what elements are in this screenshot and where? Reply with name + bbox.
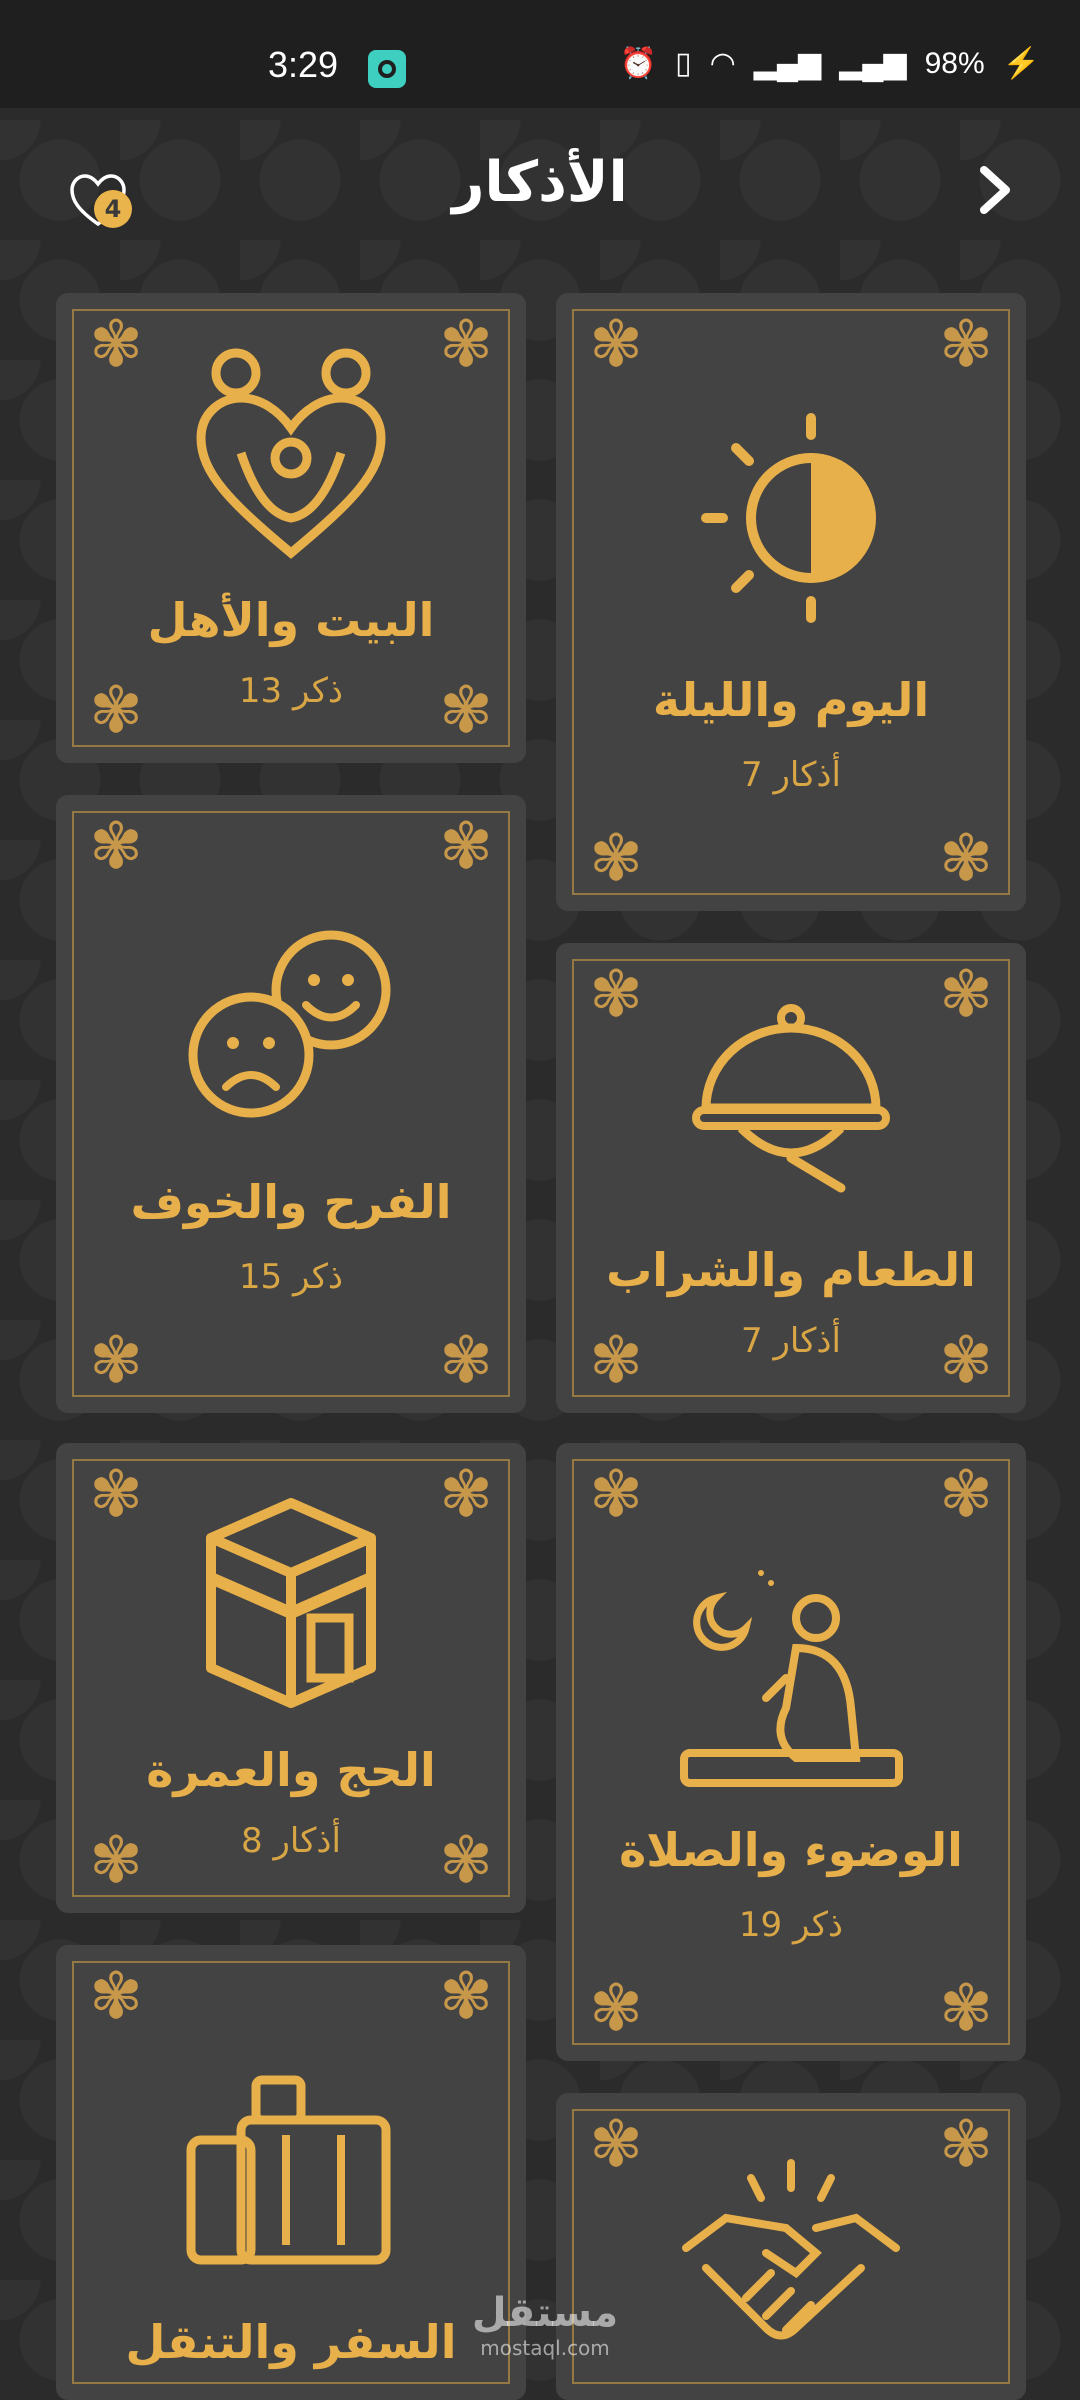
card-title: اليوم والليلة — [652, 673, 930, 727]
card-count: 19 ذكر — [738, 1905, 844, 1945]
card-title: الحج والعمرة — [146, 1743, 436, 1797]
ornament-icon: ✾ — [89, 308, 143, 382]
chevron-right-icon — [980, 166, 1010, 214]
card-food-drink[interactable]: ✾ ✾ ✾ ✾ الطعام والشراب 7 أذكار — [556, 943, 1026, 1413]
praying-person-icon — [680, 1570, 903, 1787]
ornament-icon: ✾ — [439, 1458, 493, 1532]
card-home-family[interactable]: ✾ ✾ ✾ ✾ البيت والأهل 13 ذكر — [56, 293, 526, 763]
card-count: 7 أذكار — [740, 755, 841, 795]
page-title: الأذكار — [452, 150, 628, 215]
ornament-icon: ✾ — [939, 822, 993, 896]
luggage-icon — [186, 2075, 391, 2265]
ornament-icon: ✾ — [589, 308, 643, 382]
ornament-icon: ✾ — [439, 810, 493, 884]
charging-icon: ⚡ — [1002, 47, 1040, 80]
status-bar: 3:29 ⏰ ▯ ◠ ▂▄▆ ▂▄▆ 98% ⚡ — [0, 0, 1080, 108]
alarm-icon: ⏰ — [619, 47, 658, 80]
ornament-icon: ✾ — [439, 1324, 493, 1398]
happy-sad-faces-icon — [188, 930, 391, 1118]
card-title: السفر والتنقل — [125, 2315, 457, 2369]
card-count: 7 أذكار — [740, 1321, 841, 1361]
battery-percent: 98% — [924, 46, 985, 80]
ornament-icon: ✾ — [939, 1458, 993, 1532]
back-button[interactable] — [964, 160, 1024, 220]
app-notification-icon — [368, 50, 406, 88]
card-joy-fear[interactable]: ✾ ✾ ✾ ✾ الفرح والخوف 15 ذكر — [56, 795, 526, 1413]
ornament-icon: ✾ — [89, 1458, 143, 1532]
sun-moon-icon — [701, 413, 876, 623]
watermark-latin: mostaql.com — [480, 2336, 610, 2360]
signal-icon-2: ▂▄▆ — [839, 47, 907, 80]
vibrate-icon: ▯ — [675, 47, 692, 80]
food-cloche-icon — [692, 1004, 890, 1193]
card-count: 13 ذكر — [238, 671, 344, 711]
ornament-icon: ✾ — [439, 1960, 493, 2034]
handshake-icon — [682, 2159, 900, 2340]
status-icons: ⏰ ▯ ◠ ▂▄▆ ▂▄▆ 98% ⚡ — [620, 46, 1040, 81]
card-travel[interactable]: ✾ ✾ السفر والتنقل — [56, 1945, 526, 2400]
ornament-icon: ✾ — [589, 2108, 643, 2182]
ornament-icon: ✾ — [89, 1324, 143, 1398]
ornament-icon: ✾ — [89, 1960, 143, 2034]
card-hajj-umrah[interactable]: ✾ ✾ ✾ ✾ الحج والعمرة 8 أذكار — [56, 1443, 526, 1913]
ornament-icon: ✾ — [589, 958, 643, 1032]
kaaba-icon — [206, 1498, 376, 1708]
card-ablution-prayer[interactable]: ✾ ✾ ✾ ✾ الوضوء والصلاة 19 ذكر — [556, 1443, 1026, 2061]
ornament-icon: ✾ — [589, 822, 643, 896]
ornament-icon: ✾ — [939, 308, 993, 382]
ornament-icon: ✾ — [939, 2108, 993, 2182]
card-title: البيت والأهل — [147, 593, 435, 647]
ornament-icon: ✾ — [589, 1458, 643, 1532]
ornament-icon: ✾ — [589, 1972, 643, 2046]
watermark-logo: مستقل mostaql.com — [470, 2290, 620, 2360]
signal-icon: ▂▄▆ — [753, 47, 822, 80]
family-heart-icon — [196, 348, 386, 559]
card-day-night[interactable]: ✾ ✾ ✾ ✾ اليوم والليلة 7 أذكار — [556, 293, 1026, 911]
wifi-icon: ◠ — [709, 47, 736, 80]
ornament-icon: ✾ — [89, 810, 143, 884]
ornament-icon: ✾ — [939, 1972, 993, 2046]
card-title: الوضوء والصلاة — [619, 1823, 963, 1877]
ornament-icon: ✾ — [939, 958, 993, 1032]
ornament-icon: ✾ — [439, 308, 493, 382]
watermark-arabic: مستقل — [471, 2290, 619, 2336]
card-count: 8 أذكار — [240, 1821, 341, 1861]
card-title: الطعام والشراب — [606, 1243, 976, 1297]
status-time: 3:29 — [268, 44, 339, 85]
card-handshake[interactable]: ✾ ✾ — [556, 2093, 1026, 2400]
card-title: الفرح والخوف — [130, 1175, 452, 1229]
card-count: 15 ذكر — [238, 1257, 344, 1297]
